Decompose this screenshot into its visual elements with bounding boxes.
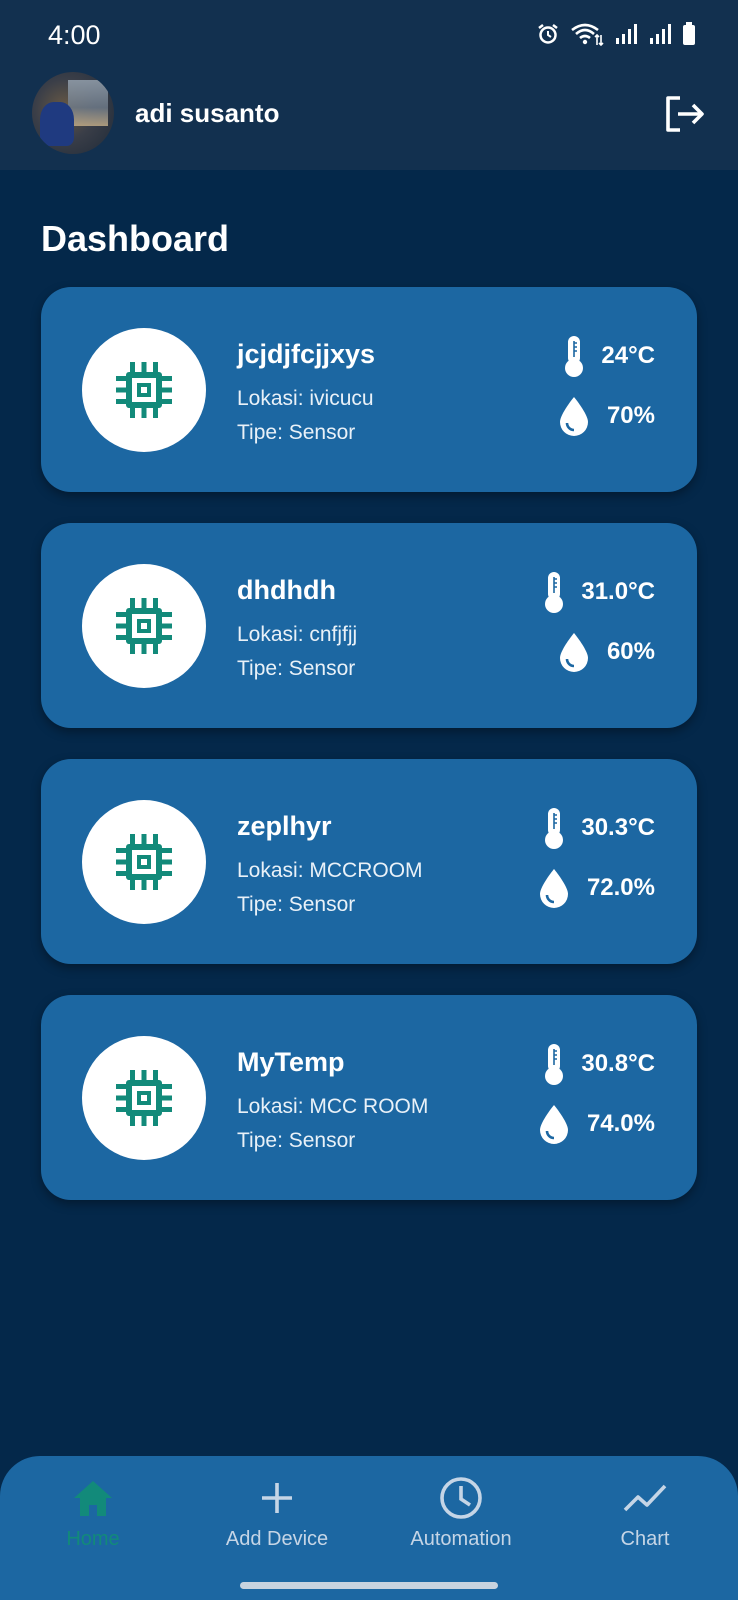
humidity-value: 70%	[606, 402, 655, 429]
device-card[interactable]: zeplhyr Lokasi: MCCROOM Tipe: Sensor 30.…	[41, 759, 697, 964]
device-avatar	[82, 1036, 206, 1160]
thermometer-icon	[565, 336, 584, 377]
clock-icon	[440, 1477, 482, 1519]
water-drop-icon	[539, 869, 568, 908]
humidity-reading: 72.0%	[537, 867, 655, 909]
device-location: Lokasi: ivicucu	[237, 387, 374, 410]
signal-icon	[616, 24, 637, 44]
temperature-reading: 30.3°C	[543, 807, 655, 849]
thermometer-icon	[545, 808, 564, 849]
temperature-value: 30.3°C	[581, 814, 655, 841]
home-indicator[interactable]	[240, 1582, 498, 1589]
device-name: jcjdjfcjjxys	[237, 339, 376, 369]
device-card[interactable]: MyTemp Lokasi: MCC ROOM Tipe: Sensor 30.…	[41, 995, 697, 1200]
signal-icon-2	[650, 24, 671, 44]
page-title: Dashboard	[41, 218, 230, 259]
device-name: dhdhdh	[237, 575, 336, 605]
humidity-value: 72.0%	[586, 874, 655, 901]
avatar[interactable]	[32, 72, 114, 154]
user-name: adi susanto	[135, 98, 280, 128]
device-card[interactable]: dhdhdh Lokasi: cnfjfjj Tipe: Sensor 31.0…	[41, 523, 697, 728]
device-avatar	[82, 800, 206, 924]
temperature-value: 24°C	[601, 342, 655, 369]
battery-icon	[683, 22, 695, 45]
humidity-reading: 70%	[557, 395, 655, 437]
app-bar: adi susanto	[0, 70, 738, 170]
trend-icon	[623, 1484, 667, 1512]
device-location: Lokasi: MCCROOM	[237, 859, 423, 882]
thermometer-icon	[545, 1044, 564, 1085]
water-drop-icon	[559, 397, 588, 436]
temperature-reading: 24°C	[563, 335, 655, 377]
nav-label: Automation	[410, 1528, 512, 1550]
temperature-reading: 30.8°C	[543, 1043, 655, 1085]
temperature-value: 31.0°C	[581, 578, 655, 605]
device-card[interactable]: jcjdjfcjjxys Lokasi: ivicucu Tipe: Senso…	[41, 287, 697, 492]
nav-label: Chart	[620, 1528, 670, 1550]
humidity-value: 60%	[606, 638, 655, 665]
nav-label: Home	[66, 1528, 120, 1550]
nav-label: Add Device	[225, 1528, 329, 1550]
chip-icon	[116, 598, 172, 654]
bottom-nav: Home Add Device Automation Chart	[0, 1456, 738, 1600]
device-type: Tipe: Sensor	[237, 421, 356, 444]
status-icons	[536, 22, 696, 46]
humidity-value: 74.0%	[586, 1110, 655, 1137]
humidity-reading: 60%	[557, 631, 655, 673]
device-avatar	[82, 564, 206, 688]
status-time: 4:00	[48, 20, 101, 50]
chip-icon	[116, 362, 172, 418]
nav-item-add-device[interactable]: Add Device	[192, 1474, 362, 1551]
nav-item-home[interactable]: Home	[8, 1474, 178, 1551]
water-drop-icon	[559, 633, 588, 672]
device-name: MyTemp	[237, 1047, 345, 1077]
temperature-value: 30.8°C	[581, 1050, 655, 1077]
status-bar: 4:00	[0, 0, 738, 70]
alarm-icon	[538, 24, 558, 44]
device-type: Tipe: Sensor	[237, 1129, 356, 1152]
home-icon	[74, 1481, 112, 1516]
device-type: Tipe: Sensor	[237, 657, 356, 680]
nav-item-chart[interactable]: Chart	[560, 1474, 730, 1551]
water-drop-icon	[539, 1105, 568, 1144]
logout-icon[interactable]	[660, 90, 708, 138]
device-name: zeplhyr	[237, 811, 332, 841]
temperature-reading: 31.0°C	[543, 571, 655, 613]
chip-icon	[116, 834, 172, 890]
device-list: jcjdjfcjjxys Lokasi: ivicucu Tipe: Senso…	[41, 287, 697, 1231]
device-type: Tipe: Sensor	[237, 893, 356, 916]
humidity-reading: 74.0%	[537, 1103, 655, 1145]
wifi-icon	[571, 23, 604, 46]
thermometer-icon	[545, 572, 564, 613]
chip-icon	[116, 1070, 172, 1126]
device-location: Lokasi: MCC ROOM	[237, 1095, 429, 1118]
device-location: Lokasi: cnfjfjj	[237, 623, 358, 646]
plus-icon	[262, 1483, 292, 1513]
device-avatar	[82, 328, 206, 452]
nav-item-automation[interactable]: Automation	[376, 1474, 546, 1551]
